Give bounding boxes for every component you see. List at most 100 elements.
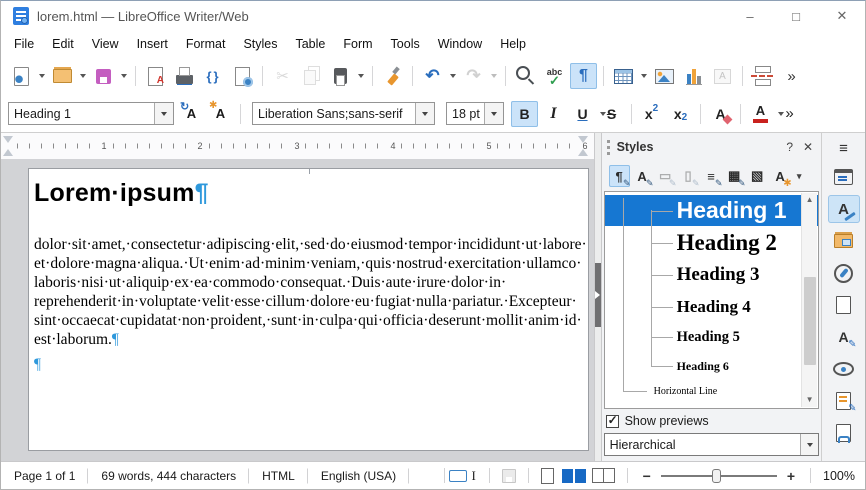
menu-insert[interactable]: Insert (128, 34, 177, 54)
toolbar-overflow-button[interactable]: » (778, 63, 805, 89)
maximize-button[interactable]: □ (773, 1, 819, 31)
menu-styles[interactable]: Styles (234, 34, 286, 54)
empty-paragraph[interactable]: ¶ (34, 356, 583, 374)
export-pdf-button[interactable] (142, 63, 169, 89)
sidebar-tab-design[interactable] (828, 419, 860, 447)
copy-button[interactable] (298, 63, 325, 89)
zoom-in-button[interactable]: + (782, 468, 800, 484)
chevron-down-icon[interactable] (415, 103, 434, 124)
menu-table[interactable]: Table (286, 34, 334, 54)
help-button[interactable]: ? (779, 140, 800, 154)
page-styles-button[interactable]: ▯ ✎ (678, 165, 700, 188)
toolbar-overflow-button[interactable]: » (776, 101, 803, 127)
indent-marker-icon[interactable] (3, 149, 13, 156)
frame-styles-button[interactable]: ▭ ✎ (655, 165, 677, 188)
chevron-down-icon[interactable] (154, 103, 173, 124)
new-document-button[interactable] (8, 63, 45, 89)
chevron-down-icon[interactable] (800, 434, 819, 455)
menu-edit[interactable]: Edit (43, 34, 83, 54)
update-style-button[interactable] (178, 100, 205, 127)
sidebar-tab-navigator[interactable] (828, 259, 860, 287)
insert-chart-button[interactable] (680, 63, 707, 89)
preview-in-browser-button[interactable] (229, 63, 256, 89)
style-item-heading-1[interactable]: Heading 1 (604, 195, 819, 226)
paragraph-style-select[interactable]: Heading 1 (8, 102, 174, 125)
clone-formatting-button[interactable] (379, 63, 406, 89)
font-color-button[interactable]: A (747, 101, 784, 127)
sidebar-tab-styles[interactable] (827, 195, 860, 223)
document-heading[interactable]: Lorem·​ipsum¶ (34, 179, 583, 208)
indent-marker-icon[interactable] (578, 136, 588, 143)
formatting-marks-button[interactable]: ¶ (570, 63, 597, 89)
style-item-heading-3[interactable]: Heading 3 (605, 259, 819, 291)
menu-file[interactable]: File (5, 34, 43, 54)
clear-formatting-button[interactable]: A (707, 101, 734, 127)
sidebar-tab-manage-changes[interactable] (828, 387, 860, 415)
menu-format[interactable]: Format (177, 34, 235, 54)
italic-button[interactable]: I (540, 101, 567, 127)
status-page-count[interactable]: Page 1 of 1 (1, 469, 88, 483)
character-styles-button[interactable]: A ✎ (632, 165, 653, 189)
bold-button[interactable]: B (511, 100, 538, 127)
undo-button[interactable]: ↶ (419, 63, 456, 89)
insert-page-break-button[interactable] (749, 63, 776, 89)
table-styles-button[interactable]: ▦ ✎ (724, 165, 746, 188)
document-paragraph[interactable]: dolor·​sit·​amet,·​consectetur·​adipisci… (34, 235, 587, 349)
sidebar-tab-style-inspector[interactable] (828, 323, 860, 351)
strikethrough-button[interactable]: S (598, 101, 625, 127)
indent-marker-icon[interactable] (578, 149, 588, 156)
selection-mode-icon[interactable] (445, 462, 481, 489)
cut-button[interactable]: ✂ (269, 63, 296, 89)
font-name-select[interactable]: Liberation Sans;sans-serif (252, 102, 435, 125)
zoom-slider[interactable] (660, 468, 777, 483)
new-style-dropdown[interactable]: ▾ (793, 165, 806, 187)
save-button[interactable] (90, 63, 127, 89)
book-view-button[interactable] (589, 462, 619, 489)
style-item-horizontal-line[interactable]: Horizontal Line (605, 380, 819, 402)
horizontal-ruler[interactable]: 123456 (1, 133, 594, 159)
underline-button[interactable]: U (569, 101, 606, 127)
minimize-button[interactable]: – (727, 1, 773, 31)
fill-format-mode-button[interactable]: ▧ (747, 165, 768, 187)
superscript-button[interactable]: x2 (638, 101, 665, 127)
scrollbar-thumb[interactable] (804, 277, 817, 365)
zoom-out-button[interactable]: − (638, 468, 656, 484)
insert-image-button[interactable] (651, 63, 678, 89)
menu-help[interactable]: Help (491, 34, 535, 54)
show-previews-checkbox[interactable] (605, 413, 619, 428)
sidebar-tab-page[interactable] (828, 291, 860, 319)
close-panel-button[interactable]: ✕ (800, 140, 819, 154)
chevron-down-icon[interactable] (484, 103, 503, 124)
open-button[interactable] (49, 63, 86, 89)
menu-tools[interactable]: Tools (382, 34, 429, 54)
sidebar-tab-gallery[interactable] (828, 227, 860, 255)
sidebar-tab-properties[interactable] (828, 163, 860, 191)
zoom-level[interactable]: 100% (819, 469, 865, 483)
menu-window[interactable]: Window (429, 34, 491, 54)
styles-list-scrollbar[interactable]: ▲ ▼ (801, 193, 818, 407)
status-doc-format[interactable]: HTML (249, 469, 308, 483)
sidebar-settings-button[interactable]: ≡ (829, 135, 859, 161)
scroll-down-icon[interactable]: ▼ (806, 393, 814, 407)
drag-grip-icon[interactable] (606, 139, 611, 155)
font-size-select[interactable]: 18 pt (446, 102, 504, 125)
style-item-heading-2[interactable]: Heading 2 (605, 226, 819, 259)
scroll-up-icon[interactable]: ▲ (806, 193, 814, 207)
style-item-heading-5[interactable]: Heading 5 (605, 322, 819, 352)
status-language[interactable]: English (USA) (308, 469, 409, 483)
style-filter-select[interactable]: Hierarchical (603, 433, 820, 456)
insert-textbox-button[interactable]: A (709, 63, 736, 89)
html-source-button[interactable]: {} (200, 63, 227, 89)
status-word-count[interactable]: 69 words, 444 characters (88, 469, 249, 483)
style-item-heading-4[interactable]: Heading 4 (605, 291, 819, 322)
zoom-slider-thumb[interactable] (711, 468, 721, 483)
redo-button[interactable]: ↷ (460, 63, 497, 89)
list-styles-button[interactable]: ≡ ✎ (701, 165, 722, 189)
subscript-button[interactable]: x2 (667, 101, 694, 127)
style-item-heading-6[interactable]: Heading 6 (605, 352, 819, 380)
paragraph-styles-button[interactable]: ¶ ✎ (608, 165, 631, 188)
single-page-view-button[interactable] (537, 462, 559, 489)
paste-button[interactable] (327, 63, 364, 89)
insert-table-button[interactable] (610, 63, 647, 89)
new-style-button[interactable] (207, 100, 234, 127)
